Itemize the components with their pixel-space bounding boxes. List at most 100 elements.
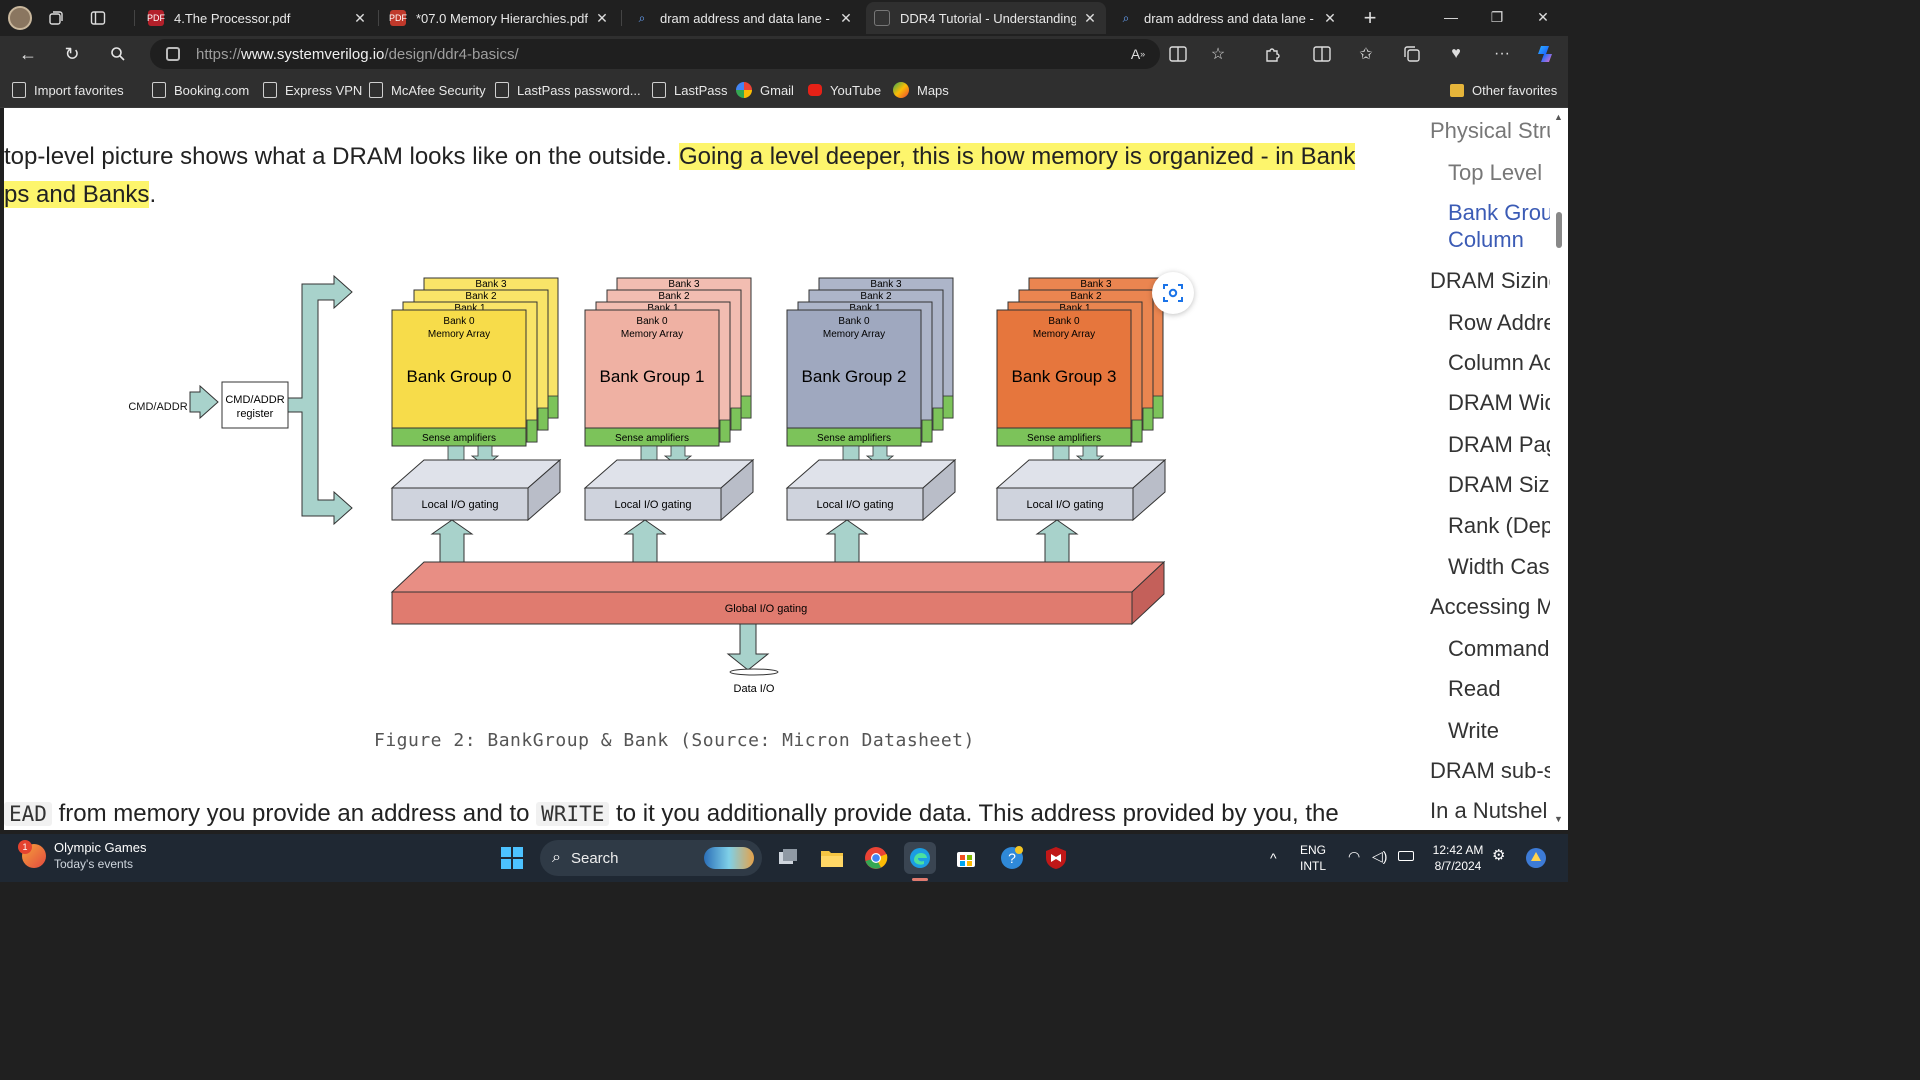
toc-item[interactable]: DRAM Wid — [1448, 390, 1550, 416]
favorites-bar: Import favorites Booking.com Express VPN… — [0, 72, 1568, 108]
battery-icon[interactable] — [1398, 849, 1414, 865]
clock[interactable]: 12:42 AM 8/7/2024 — [1428, 842, 1488, 874]
volume-icon[interactable]: ◁) — [1372, 848, 1387, 864]
toc-item[interactable]: Write — [1448, 718, 1499, 744]
toc-item[interactable]: Width Cas — [1448, 554, 1549, 580]
scroll-down-icon[interactable]: ▼ — [1554, 814, 1563, 824]
toc-item[interactable]: In a Nutshel — [1430, 798, 1547, 824]
address-bar[interactable]: https://www.systemverilog.io/design/ddr4… — [150, 39, 1160, 69]
restore-icon[interactable]: ❐ — [1474, 0, 1520, 34]
fav-booking[interactable]: Booking.com — [152, 80, 249, 100]
close-tab-icon[interactable]: ✕ — [352, 10, 368, 27]
copilot-icon[interactable] — [1530, 39, 1562, 69]
toc-item[interactable]: Column — [1448, 227, 1524, 253]
split-screen-icon[interactable] — [1306, 39, 1338, 69]
google-icon — [736, 82, 752, 98]
settings-more-icon[interactable]: ··· — [1486, 39, 1518, 69]
toc-item[interactable]: Bank Grou — [1448, 200, 1550, 226]
toc-item[interactable]: DRAM Pag — [1448, 432, 1550, 458]
tab-2[interactable]: PDF *07.0 Memory Hierarchies.pdf ✕ — [382, 2, 618, 34]
scrollbar-thumb[interactable] — [1556, 212, 1562, 248]
start-icon[interactable] — [496, 842, 528, 874]
page-icon — [152, 82, 166, 98]
edge-icon[interactable] — [904, 842, 936, 874]
tray-overflow-icon[interactable]: ^ — [1270, 850, 1277, 866]
toc-item[interactable]: DRAM Sizing — [1430, 268, 1550, 294]
collections-icon[interactable] — [1396, 39, 1428, 69]
tab-actions-icon[interactable] — [80, 2, 116, 34]
close-tab-icon[interactable]: ✕ — [1322, 10, 1338, 27]
article-paragraph: top-level picture shows what a DRAM look… — [4, 138, 1404, 214]
sense-amp-edge — [942, 395, 954, 419]
fav-youtube[interactable]: YouTube — [808, 80, 881, 100]
tab-1[interactable]: PDF 4.The Processor.pdf ✕ — [140, 2, 376, 34]
data-io-arrow — [726, 623, 770, 671]
back-icon[interactable]: ← — [12, 39, 44, 69]
article-paragraph-2: EAD from memory you provide an address a… — [4, 800, 1339, 828]
toc-item[interactable]: Top Level — [1448, 160, 1542, 186]
bank-label: Bank 2 — [658, 291, 690, 302]
copilot-taskbar-icon[interactable] — [1520, 842, 1552, 874]
settings-gear-icon[interactable]: ⚙ — [1492, 848, 1505, 864]
notification-badge: 1 — [18, 840, 32, 854]
toc-item[interactable]: Physical Stru — [1430, 118, 1550, 144]
pdf-icon: PDF — [147, 10, 165, 26]
favorite-star-icon[interactable]: ☆ — [1202, 39, 1234, 69]
refresh-icon[interactable]: ↻ — [56, 39, 88, 69]
help-icon[interactable]: ? — [996, 842, 1028, 874]
workspaces-icon[interactable] — [38, 2, 74, 34]
toc-item[interactable]: Column Ac — [1448, 350, 1550, 376]
bank-group-title: Bank Group 1 — [600, 367, 705, 386]
tab-3[interactable]: ⌕ dram address and data lane - Se ✕ — [626, 2, 862, 34]
scroll-up-icon[interactable]: ▲ — [1554, 112, 1563, 122]
close-tab-icon[interactable]: ✕ — [838, 10, 854, 27]
toc-item[interactable]: Command — [1448, 636, 1549, 662]
tab-5[interactable]: ⌕ dram address and data lane - Se ✕ — [1110, 2, 1346, 34]
favorites-icon[interactable]: ✩ — [1350, 39, 1382, 69]
fav-maps[interactable]: Maps — [893, 80, 949, 100]
search-icon[interactable] — [102, 39, 134, 69]
lock-icon[interactable] — [166, 47, 180, 61]
fav-import[interactable]: Import favorites — [12, 80, 124, 100]
toc-item[interactable]: Row Addre — [1448, 310, 1550, 336]
store-icon[interactable] — [950, 842, 982, 874]
fav-mcafee[interactable]: McAfee Security — [369, 80, 486, 100]
sense-amp-label: Sense amplifiers — [817, 433, 891, 444]
fav-other-favorites[interactable]: Other favorites — [1450, 80, 1557, 100]
read-aloud-icon[interactable]: A» — [1122, 39, 1154, 69]
new-tab-icon[interactable]: + — [1352, 2, 1388, 34]
toc-item[interactable]: Accessing M — [1430, 594, 1550, 620]
close-tab-icon[interactable]: ✕ — [1082, 10, 1098, 27]
tab-4-active[interactable]: DDR4 Tutorial - Understanding t ✕ — [866, 2, 1106, 34]
browser-essentials-icon[interactable]: ♥ — [1440, 39, 1472, 69]
fav-expressvpn[interactable]: Express VPN — [263, 80, 362, 100]
toc-item[interactable]: DRAM Size — [1448, 472, 1550, 498]
mcafee-icon[interactable] — [1040, 842, 1072, 874]
language-indicator[interactable]: ENG INTL — [1300, 842, 1326, 874]
extensions-icon[interactable] — [1256, 39, 1288, 69]
close-window-icon[interactable]: ✕ — [1520, 0, 1566, 34]
taskbar-search[interactable]: ⌕ Search — [540, 840, 762, 876]
toc-item[interactable]: Rank (Dep — [1448, 513, 1550, 539]
url-text[interactable]: https://www.systemverilog.io/design/ddr4… — [196, 46, 519, 63]
page-scrollbar[interactable]: ▲ ▼ — [1550, 108, 1568, 830]
widgets-button[interactable]: 1 Olympic Games Today's events — [18, 840, 146, 872]
cmd-input-arrow — [189, 384, 219, 420]
search-icon: ⌕ — [1122, 10, 1130, 25]
visual-search-button[interactable] — [1152, 272, 1194, 314]
code-inline: EAD — [4, 802, 52, 826]
fav-lastpass[interactable]: LastPass — [652, 80, 727, 100]
minimize-icon[interactable]: — — [1428, 0, 1474, 34]
profile-avatar[interactable] — [8, 6, 32, 30]
wifi-icon[interactable]: ◠ — [1348, 848, 1360, 864]
toc-item[interactable]: DRAM sub-s — [1430, 758, 1550, 784]
tab-title: 4.The Processor.pdf — [174, 10, 291, 26]
toc-item[interactable]: Read — [1448, 676, 1501, 702]
fav-lastpass-password[interactable]: LastPass password... — [495, 80, 641, 100]
fav-gmail[interactable]: Gmail — [736, 80, 794, 100]
chrome-icon[interactable] — [860, 842, 892, 874]
task-view-icon[interactable] — [772, 842, 804, 874]
file-explorer-icon[interactable] — [816, 842, 848, 874]
immersive-reader-icon[interactable] — [1162, 39, 1194, 69]
close-tab-icon[interactable]: ✕ — [594, 10, 610, 27]
